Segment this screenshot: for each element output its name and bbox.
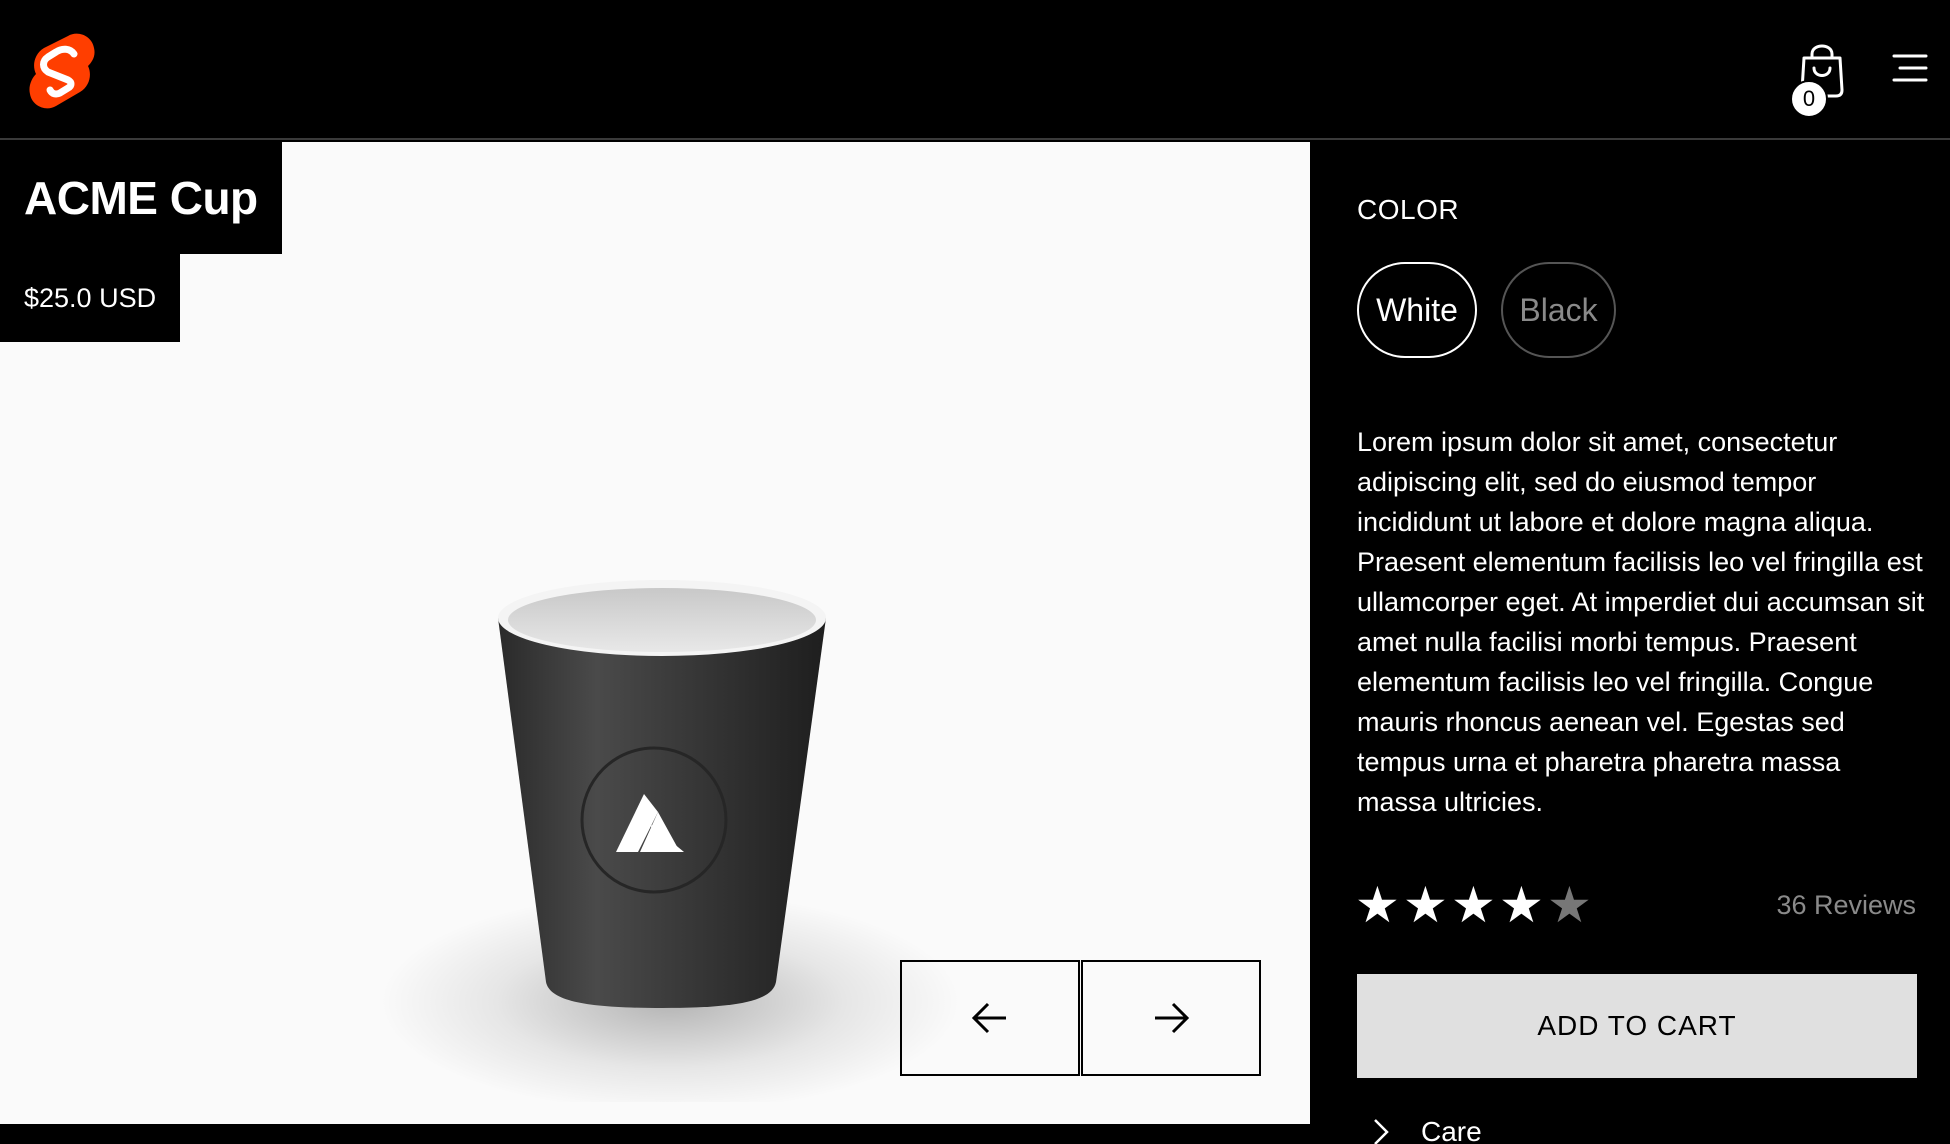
svelte-logo-icon[interactable] bbox=[26, 30, 98, 110]
star-filled-icon: ★ bbox=[1499, 877, 1544, 933]
star-filled-icon: ★ bbox=[1451, 877, 1496, 933]
product-image bbox=[340, 562, 980, 1112]
reviews-link[interactable]: 36 Reviews bbox=[1776, 890, 1916, 921]
product-title: ACME Cup bbox=[24, 172, 258, 224]
site-header: 0 bbox=[0, 0, 1950, 140]
arrow-right-icon bbox=[1155, 1002, 1190, 1034]
product-price: $25.0 USD bbox=[0, 254, 181, 342]
accordion-care-label: Care bbox=[1421, 1116, 1482, 1144]
chevron-right-icon bbox=[1374, 1119, 1389, 1144]
product-title-box: ACME Cup bbox=[0, 142, 282, 254]
product-gallery bbox=[0, 142, 1310, 1124]
star-empty-icon: ★ bbox=[1547, 877, 1592, 933]
star-filled-icon: ★ bbox=[1403, 877, 1448, 933]
color-label: COLOR bbox=[1357, 194, 1460, 225]
color-option-white[interactable]: White bbox=[1357, 262, 1477, 358]
accordion-care[interactable]: Care bbox=[1357, 1112, 1917, 1144]
gallery-next-button[interactable] bbox=[1081, 960, 1261, 1076]
star-filled-icon: ★ bbox=[1355, 877, 1400, 933]
gallery-bottom-divider bbox=[654, 1124, 1310, 1144]
gallery-prev-button[interactable] bbox=[900, 960, 1080, 1076]
product-details-panel: COLOR White Black Lorem ipsum dolor sit … bbox=[1310, 142, 1950, 1144]
product-description: Lorem ipsum dolor sit amet, consectetur … bbox=[1357, 427, 1925, 817]
add-to-cart-button[interactable]: ADD TO CART bbox=[1357, 974, 1917, 1078]
cart-button[interactable]: 0 bbox=[1790, 44, 1854, 118]
color-option-black[interactable]: Black bbox=[1501, 262, 1616, 358]
star-rating: ★ ★ ★ ★ ★ bbox=[1355, 877, 1592, 933]
arrow-left-icon bbox=[971, 1002, 1006, 1034]
cart-count-badge: 0 bbox=[1790, 80, 1828, 118]
hamburger-menu-icon[interactable] bbox=[1890, 52, 1930, 84]
